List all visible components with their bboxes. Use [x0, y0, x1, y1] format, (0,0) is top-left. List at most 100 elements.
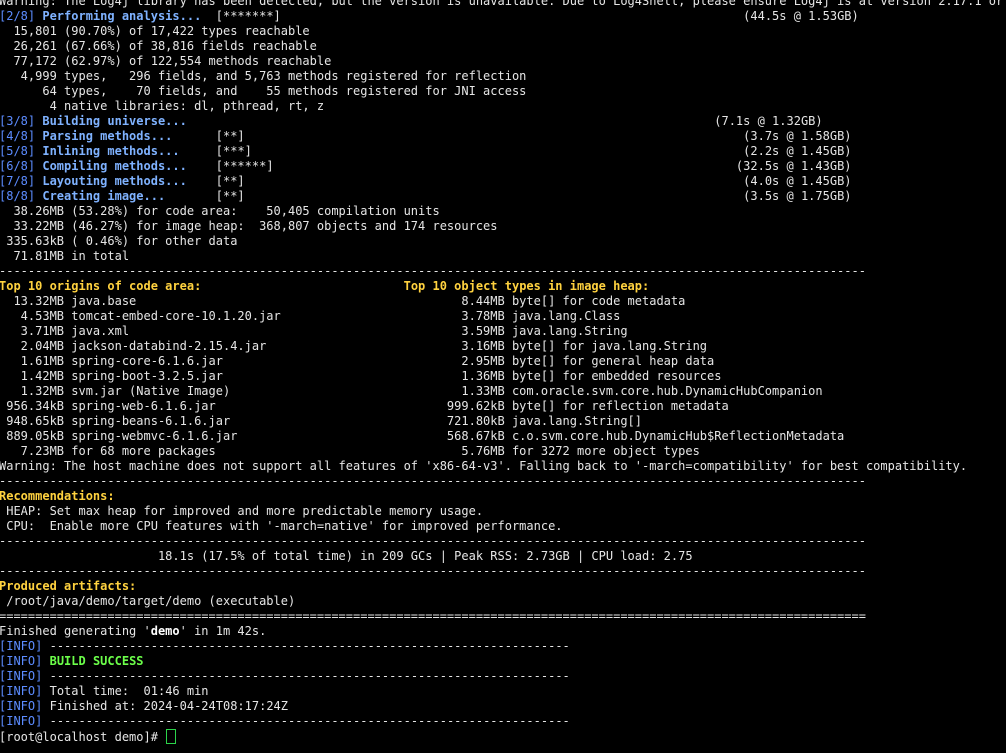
line-segment: 956.34kB spring-web-6.1.6.jar 999.62kB b… — [0, 399, 729, 413]
terminal-line: HEAP: Set max heap for improved and more… — [0, 504, 1006, 519]
line-segment: ] — [35, 699, 50, 713]
line-segment: 4 native libraries: dl, pthread, rt, z — [0, 99, 325, 113]
line-segment: Produced artifacts: — [0, 579, 137, 593]
line-segment: 2.04MB jackson-databind-2.15.4.jar 3.16M… — [0, 339, 708, 353]
line-segment: 948.65kB spring-beans-6.1.6.jar 721.80kB… — [0, 414, 642, 428]
terminal-line: 1.42MB spring-boot-3.2.5.jar 1.36MB byte… — [0, 369, 1006, 384]
terminal-line: 1.61MB spring-core-6.1.6.jar 2.95MB byte… — [0, 354, 1006, 369]
text-cursor[interactable] — [166, 729, 177, 744]
terminal-line: [4/8] Parsing methods... [**] (3.7s @ 1.… — [0, 129, 1006, 144]
line-segment: ' in 1m 42s. — [179, 624, 267, 638]
terminal-line: ----------------------------------------… — [0, 264, 1006, 279]
terminal-line: Finished generating 'demo' in 1m 42s. — [0, 624, 1006, 639]
line-segment: 4.53MB tomcat-embed-core-10.1.20.jar 3.7… — [0, 309, 621, 323]
terminal-line: /root/java/demo/target/demo (executable) — [0, 594, 1006, 609]
line-segment: 71.81MB in total — [0, 249, 130, 263]
line-segment: Compiling methods... — [42, 159, 187, 173]
line-segment: Warning: The host machine does not suppo… — [0, 459, 968, 473]
line-segment: [2/8] — [0, 9, 43, 23]
terminal-line: ----------------------------------------… — [0, 564, 1006, 579]
terminal-line: 2.04MB jackson-databind-2.15.4.jar 3.16M… — [0, 339, 1006, 354]
terminal-window[interactable]: Warning: The Log4j library has been dete… — [0, 0, 1006, 753]
terminal-line: 71.81MB in total — [0, 249, 1006, 264]
line-segment: Inlining methods... — [42, 144, 180, 158]
line-segment: INFO — [6, 714, 36, 728]
terminal-line: [7/8] Layouting methods... [**] (4.0s @ … — [0, 174, 1006, 189]
terminal-line: [INFO] Finished at: 2024-04-24T08:17:24Z — [0, 699, 1006, 714]
line-segment: Layouting methods... — [42, 174, 187, 188]
terminal-line: 948.65kB spring-beans-6.1.6.jar 721.80kB… — [0, 414, 1006, 429]
line-segment: Recommendations: — [0, 489, 115, 503]
terminal-line: 77,172 (62.97%) of 122,554 methods reach… — [0, 54, 1006, 69]
shell-prompt: [root@localhost demo]# — [0, 730, 166, 744]
line-segment: ] — [35, 654, 50, 668]
line-segment: 15,801 (90.70%) of 17,422 types reachabl… — [0, 24, 310, 38]
line-segment: HEAP: Set max heap for improved and more… — [0, 504, 484, 518]
line-segment: ----------------------------------------… — [0, 534, 866, 548]
line-segment: Top 10 origins of code area: — [0, 279, 202, 293]
terminal-line: 335.63kB ( 0.46%) for other data — [0, 234, 1006, 249]
line-segment: [**] (4.0s @ 1.45GB) — [186, 174, 852, 188]
line-segment: CPU: Enable more CPU features with '-mar… — [0, 519, 563, 533]
terminal-line: 26,261 (67.66%) of 38,816 fields reachab… — [0, 39, 1006, 54]
terminal-line: Recommendations: — [0, 489, 1006, 504]
line-segment: [8/8] — [0, 189, 43, 203]
terminal-line: ----------------------------------------… — [0, 534, 1006, 549]
line-segment: 1.61MB spring-core-6.1.6.jar 2.95MB byte… — [0, 354, 715, 368]
line-segment: ] — [35, 714, 50, 728]
terminal-line: ========================================… — [0, 609, 1006, 624]
line-segment: [***] (2.2s @ 1.45GB) — [179, 144, 852, 158]
line-segment: 38.26MB (53.28%) for code area: 50,405 c… — [0, 204, 440, 218]
terminal-line: [INFO] ---------------------------------… — [0, 669, 1006, 684]
terminal-line: [5/8] Inlining methods... [***] (2.2s @ … — [0, 144, 1006, 159]
terminal-line: Warning: The host machine does not suppo… — [0, 459, 1006, 474]
line-segment: demo — [150, 624, 180, 638]
line-segment: 77,172 (62.97%) of 122,554 methods reach… — [0, 54, 332, 68]
terminal-line: 18.1s (17.5% of total time) in 209 GCs |… — [0, 549, 1006, 564]
line-segment: [4/8] — [0, 129, 43, 143]
terminal-line: 7.23MB for 68 more packages 5.76MB for 3… — [0, 444, 1006, 459]
line-segment: BUILD SUCCESS — [49, 654, 144, 668]
line-segment: [7/8] — [0, 174, 43, 188]
line-segment: Warning: The Log4j library has been dete… — [0, 0, 1006, 8]
terminal-line: 3.71MB java.xml 3.59MB java.lang.String — [0, 324, 1006, 339]
line-segment: 4,999 types, 296 fields, and 5,763 metho… — [0, 69, 527, 83]
line-segment: INFO — [6, 654, 36, 668]
terminal-line: 13.32MB java.base 8.44MB byte[] for code… — [0, 294, 1006, 309]
line-segment: 1.42MB spring-boot-3.2.5.jar 1.36MB byte… — [0, 369, 722, 383]
line-segment: INFO — [6, 639, 36, 653]
line-segment: INFO — [6, 684, 36, 698]
line-segment: [**] (3.7s @ 1.58GB) — [172, 129, 852, 143]
output-lines: Warning: The Log4j library has been dete… — [0, 0, 1006, 729]
line-segment: 26,261 (67.66%) of 38,816 fields reachab… — [0, 39, 317, 53]
line-segment: ----------------------------------------… — [49, 714, 570, 728]
terminal-line: [8/8] Creating image... [**] (3.5s @ 1.7… — [0, 189, 1006, 204]
terminal-line: [6/8] Compiling methods... [******] (32.… — [0, 159, 1006, 174]
line-segment: Performing analysis... — [42, 9, 202, 23]
terminal-line: 889.05kB spring-webmvc-6.1.6.jar 568.67k… — [0, 429, 1006, 444]
terminal-line: [INFO] ---------------------------------… — [0, 639, 1006, 654]
line-segment: ] — [35, 684, 50, 698]
line-segment: 64 types, 70 fields, and 55 methods regi… — [0, 84, 527, 98]
terminal-line: 956.34kB spring-web-6.1.6.jar 999.62kB b… — [0, 399, 1006, 414]
line-segment: [5/8] — [0, 144, 43, 158]
terminal-line: 4 native libraries: dl, pthread, rt, z — [0, 99, 1006, 114]
line-segment: 889.05kB spring-webmvc-6.1.6.jar 568.67k… — [0, 429, 845, 443]
line-segment: Finished generating ' — [0, 624, 151, 638]
line-segment: [**] (3.5s @ 1.75GB) — [165, 189, 852, 203]
terminal-line: 1.32MB svm.jar (Native Image) 1.33MB com… — [0, 384, 1006, 399]
prompt-line[interactable]: [root@localhost demo]# — [0, 729, 1006, 744]
line-segment — [201, 279, 403, 293]
line-segment: /root/java/demo/target/demo (executable) — [0, 594, 296, 608]
line-segment: (7.1s @ 1.32GB) — [186, 114, 823, 128]
terminal-line: [3/8] Building universe... (7.1s @ 1.32G… — [0, 114, 1006, 129]
terminal-line: CPU: Enable more CPU features with '-mar… — [0, 519, 1006, 534]
terminal-line: 64 types, 70 fields, and 55 methods regi… — [0, 84, 1006, 99]
line-segment: Creating image... — [42, 189, 166, 203]
line-segment: ----------------------------------------… — [0, 564, 866, 578]
terminal-output: Warning: The Log4j library has been dete… — [0, 0, 1006, 744]
terminal-line: [INFO] ---------------------------------… — [0, 714, 1006, 729]
terminal-line: ----------------------------------------… — [0, 474, 1006, 489]
terminal-line: 4.53MB tomcat-embed-core-10.1.20.jar 3.7… — [0, 309, 1006, 324]
terminal-line: 4,999 types, 296 fields, and 5,763 metho… — [0, 69, 1006, 84]
